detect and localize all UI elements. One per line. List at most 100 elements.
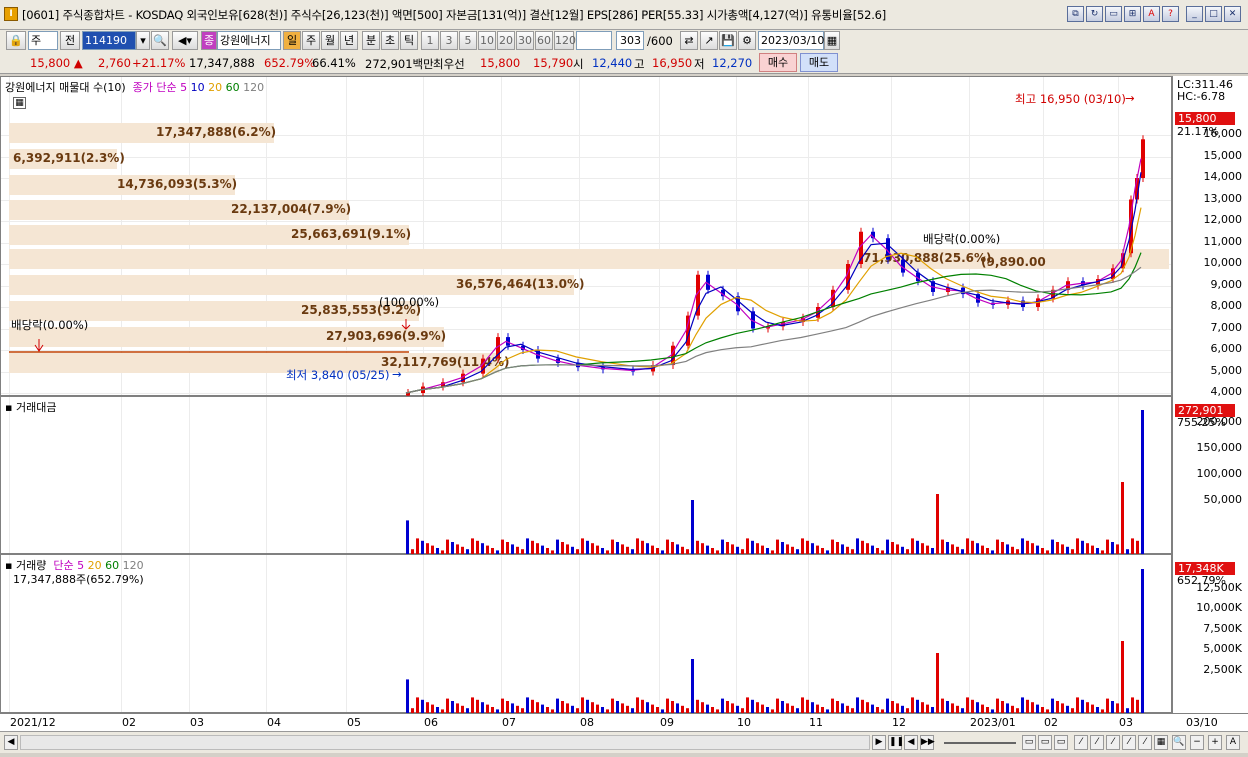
lock-icon[interactable]: 🔒 <box>6 31 26 50</box>
zoom-out-icon[interactable]: − <box>1190 735 1204 750</box>
scroll-bar: ◀ ▶ ❚❚ ◀ ▶▶ ▭ ▭ ▭ ⁄ ⁄ ⁄ ⁄ ⁄ ▦ 🔍 − + A <box>0 731 1248 753</box>
count-input[interactable]: 303 <box>616 31 644 50</box>
arrows-icon[interactable]: ⇄ <box>680 31 698 50</box>
draw4-icon[interactable]: ⁄ <box>1122 735 1136 750</box>
screen-icon[interactable]: ▦ <box>1154 735 1168 750</box>
volume-bar <box>951 703 954 713</box>
font-icon[interactable]: A <box>1143 6 1160 22</box>
volume-bar <box>626 705 629 713</box>
interval-5[interactable]: 5 <box>459 31 477 50</box>
volume-bar <box>431 545 434 554</box>
interval-10[interactable]: 10 <box>478 31 496 50</box>
volume-bar <box>641 540 644 554</box>
stock-name[interactable]: 강원에너지 <box>217 31 281 50</box>
volume-bar <box>481 543 484 554</box>
zoom-icon[interactable]: 🔍 <box>1172 735 1186 750</box>
volume-bar <box>691 500 694 554</box>
zoom-in-icon[interactable]: + <box>1208 735 1222 750</box>
calendar-icon[interactable]: ▦ <box>824 31 840 50</box>
price-tick: 8,000 <box>1210 299 1243 312</box>
chevron-down-icon[interactable]: ▾ <box>136 31 150 50</box>
volume-bar <box>981 704 984 713</box>
minimize-icon[interactable]: _ <box>1186 6 1203 22</box>
volume-bar <box>736 546 739 554</box>
interval-3[interactable]: 3 <box>440 31 458 50</box>
value-tick: 100,000 <box>1196 467 1243 480</box>
volume-bar <box>911 697 914 713</box>
market-select[interactable]: 주 <box>28 31 58 50</box>
scroll-track[interactable] <box>20 735 870 750</box>
maximize-icon[interactable]: □ <box>1205 6 1222 22</box>
trade-value-panel[interactable]: ▪ 거래대금 <box>0 396 1172 554</box>
date-input[interactable]: 2023/03/10 <box>758 31 824 50</box>
interval-30[interactable]: 30 <box>516 31 534 50</box>
volume-bar <box>536 543 539 554</box>
volume-bar <box>516 705 519 713</box>
period-tick[interactable]: 틱 <box>400 31 418 50</box>
volume-bar <box>801 697 804 713</box>
period-day[interactable]: 일 <box>283 31 301 50</box>
moving-average-line <box>405 266 1142 394</box>
volume-tick: 5,000K <box>1203 642 1242 655</box>
interval-20[interactable]: 20 <box>497 31 515 50</box>
interval-input[interactable] <box>576 31 612 50</box>
sell-button[interactable]: 매도 <box>800 53 838 72</box>
period-minute[interactable]: 분 <box>362 31 380 50</box>
chart-icon[interactable]: ↗ <box>700 31 718 50</box>
gear-icon[interactable]: ⚙ <box>738 31 756 50</box>
interval-1[interactable]: 1 <box>421 31 439 50</box>
scroll-left-icon[interactable]: ◀ <box>4 735 18 750</box>
fast-forward-icon[interactable]: ▶▶ <box>920 735 935 750</box>
volume-bar <box>971 699 974 713</box>
close-icon[interactable]: ✕ <box>1224 6 1241 22</box>
volume-bar <box>1006 544 1009 554</box>
volume-bar <box>966 538 969 554</box>
volume-panel[interactable]: ▪ 거래량 단순 5 20 60 120 17,347,888주(652.79%… <box>0 554 1172 713</box>
price-panel[interactable]: 강원에너지 매물대 수(10) 종가 단순 5 10 20 60 120 ▦ 1… <box>0 76 1172 397</box>
refresh-icon[interactable]: ↻ <box>1086 6 1103 22</box>
volume-bar <box>596 545 599 554</box>
interval-120[interactable]: 120 <box>554 31 576 50</box>
search-icon[interactable]: 🔍 <box>151 31 169 50</box>
speaker-icon[interactable]: ◀▾ <box>172 31 198 50</box>
reset-icon[interactable]: A <box>1226 735 1240 750</box>
volume-bar <box>936 494 939 554</box>
layout2-icon[interactable]: ▭ <box>1038 735 1052 750</box>
high-price: 16,950 <box>652 56 693 70</box>
help-icon[interactable]: ? <box>1162 6 1179 22</box>
interval-60[interactable]: 60 <box>535 31 553 50</box>
low-price: 12,270 <box>712 56 753 70</box>
pause-icon[interactable]: ❚❚ <box>888 735 904 750</box>
stop-icon[interactable]: ◀ <box>904 735 918 750</box>
draw1-icon[interactable]: ⁄ <box>1074 735 1088 750</box>
value-tick: 50,000 <box>1203 493 1243 506</box>
volume-bar <box>1066 705 1069 713</box>
period-second[interactable]: 초 <box>381 31 399 50</box>
draw3-icon[interactable]: ⁄ <box>1106 735 1120 750</box>
window-icon[interactable]: ▭ <box>1105 6 1122 22</box>
layout-icon[interactable]: ▭ <box>1022 735 1036 750</box>
volume-bar <box>976 543 979 554</box>
x-axis-label: 09 <box>660 716 674 729</box>
pin-icon[interactable]: ⊞ <box>1124 6 1141 22</box>
buy-button[interactable]: 매수 <box>759 53 797 72</box>
volume-bar <box>651 545 654 554</box>
layout3-icon[interactable]: ▭ <box>1054 735 1068 750</box>
scroll-right-icon[interactable]: ▶ <box>872 735 886 750</box>
link-icon[interactable]: ⧉ <box>1067 6 1084 22</box>
volume-bar <box>726 542 729 554</box>
volume-bar <box>736 705 739 713</box>
stock-code-input[interactable]: 114190 <box>82 31 136 50</box>
draw2-icon[interactable]: ⁄ <box>1090 735 1104 750</box>
save-icon[interactable]: 💾 <box>719 31 737 50</box>
draw5-icon[interactable]: ⁄ <box>1138 735 1152 750</box>
period-year[interactable]: 년 <box>340 31 358 50</box>
period-month[interactable]: 월 <box>321 31 339 50</box>
moving-average-line <box>405 252 1142 394</box>
period-week[interactable]: 주 <box>302 31 320 50</box>
zoom-slider[interactable] <box>944 742 1016 744</box>
price-tick: 7,000 <box>1210 320 1243 334</box>
low-label: 저 <box>694 57 705 71</box>
prev-button[interactable]: 전 <box>60 31 80 50</box>
x-axis-label: 2023/01 <box>970 716 1016 729</box>
